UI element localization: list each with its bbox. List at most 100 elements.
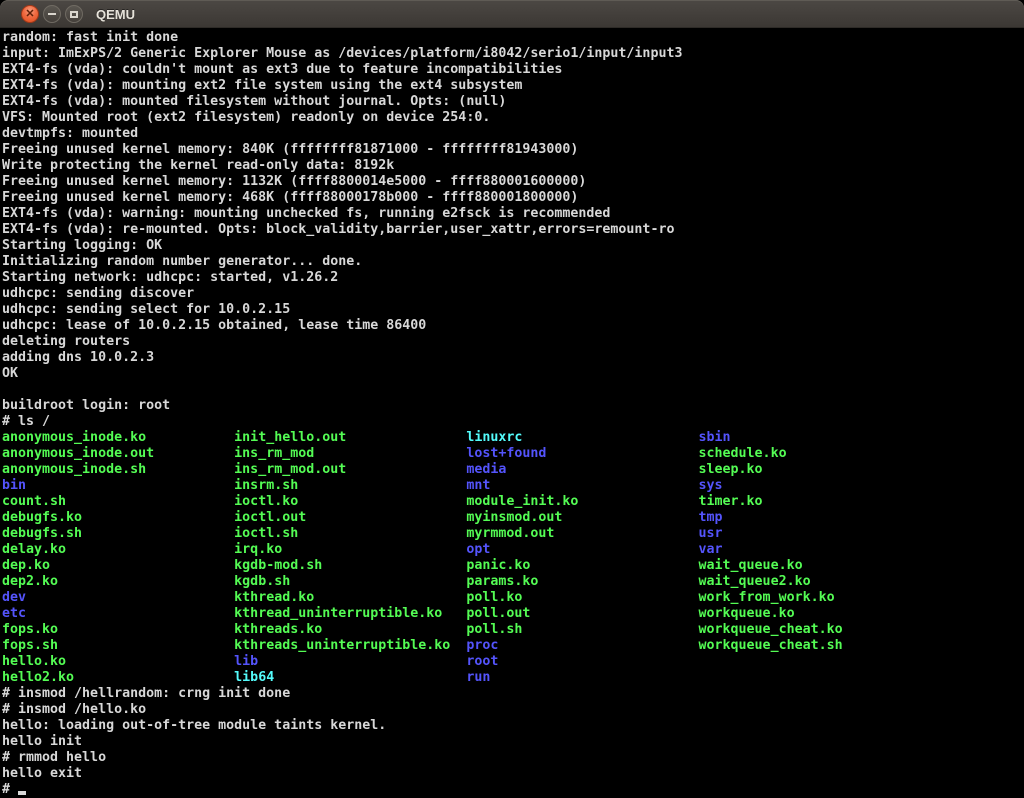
file-listing-row: dep.ko kgdb-mod.sh panic.ko wait_queue.k…: [2, 558, 1024, 574]
file-listing-row: anonymous_inode.ko init_hello.out linuxr…: [2, 430, 1024, 446]
terminal-screen[interactable]: random: fast init doneinput: ImExPS/2 Ge…: [0, 28, 1024, 796]
terminal-line: EXT4-fs (vda): couldn't mount as ext3 du…: [2, 62, 1024, 78]
file-listing-row: delay.ko irq.ko opt var: [2, 542, 1024, 558]
file-entry: anonymous_inode.ko: [2, 430, 234, 445]
terminal-line: udhcpc: lease of 10.0.2.15 obtained, lea…: [2, 318, 1024, 334]
terminal-line: OK: [2, 366, 1024, 382]
terminal-line: EXT4-fs (vda): mounted filesystem withou…: [2, 94, 1024, 110]
file-entry: debugfs.sh: [2, 526, 234, 541]
file-entry: linuxrc: [466, 430, 698, 445]
terminal-line: Starting network: udhcpc: started, v1.26…: [2, 270, 1024, 286]
terminal-line: EXT4-fs (vda): re-mounted. Opts: block_v…: [2, 222, 1024, 238]
file-entry: kthreads_uninterruptible.ko: [234, 638, 466, 653]
file-entry: dep.ko: [2, 558, 234, 573]
terminal-line: udhcpc: sending select for 10.0.2.15: [2, 302, 1024, 318]
close-icon: ✕: [25, 9, 34, 20]
file-entry: proc: [466, 638, 698, 653]
file-entry: module_init.ko: [466, 494, 698, 509]
file-listing-row: hello2.ko lib64 run: [2, 670, 1024, 686]
terminal-line: adding dns 10.0.2.3: [2, 350, 1024, 366]
file-entry: poll.ko: [466, 590, 698, 605]
file-entry: media: [466, 462, 698, 477]
terminal-line: # rmmod hello: [2, 750, 1024, 766]
file-entry: tmp: [699, 510, 931, 525]
file-entry: debugfs.ko: [2, 510, 234, 525]
file-entry: work_from_work.ko: [699, 590, 931, 605]
file-entry: timer.ko: [699, 494, 931, 509]
file-entry: myrmmod.out: [466, 526, 698, 541]
file-listing-row: fops.sh kthreads_uninterruptible.ko proc…: [2, 638, 1024, 654]
file-listing-row: anonymous_inode.out ins_rm_mod lost+foun…: [2, 446, 1024, 462]
file-entry: opt: [466, 542, 698, 557]
file-entry: wait_queue.ko: [699, 558, 931, 573]
file-entry: fops.sh: [2, 638, 234, 653]
terminal-line: Freeing unused kernel memory: 468K (ffff…: [2, 190, 1024, 206]
file-entry: wait_queue2.ko: [699, 574, 931, 589]
file-listing-row: bin insrm.sh mnt sys: [2, 478, 1024, 494]
maximize-icon: [70, 11, 78, 18]
minimize-icon: [48, 13, 56, 15]
file-listing-row: dep2.ko kgdb.sh params.ko wait_queue2.ko: [2, 574, 1024, 590]
shell-prompt: #: [2, 782, 18, 797]
file-entry: kthread.ko: [234, 590, 466, 605]
file-entry: ioctl.ko: [234, 494, 466, 509]
minimize-button[interactable]: [43, 5, 61, 23]
terminal-line: hello exit: [2, 766, 1024, 782]
file-entry: ioctl.sh: [234, 526, 466, 541]
terminal-line: EXT4-fs (vda): warning: mounting uncheck…: [2, 206, 1024, 222]
file-entry: insrm.sh: [234, 478, 466, 493]
file-entry: root: [466, 654, 698, 669]
file-entry: panic.ko: [466, 558, 698, 573]
terminal-line: input: ImExPS/2 Generic Explorer Mouse a…: [2, 46, 1024, 62]
file-listing-row: debugfs.ko ioctl.out myinsmod.out tmp: [2, 510, 1024, 526]
file-listing-row: anonymous_inode.sh ins_rm_mod.out media …: [2, 462, 1024, 478]
titlebar: ✕ QEMU: [0, 0, 1024, 28]
terminal-line: Starting logging: OK: [2, 238, 1024, 254]
file-entry: kgdb-mod.sh: [234, 558, 466, 573]
close-button[interactable]: ✕: [21, 5, 39, 23]
file-listing-row: dev kthread.ko poll.ko work_from_work.ko: [2, 590, 1024, 606]
file-entry: etc: [2, 606, 234, 621]
file-entry: poll.sh: [466, 622, 698, 637]
file-entry: lost+found: [466, 446, 698, 461]
file-entry: dep2.ko: [2, 574, 234, 589]
file-entry: hello2.ko: [2, 670, 234, 685]
file-entry: poll.out: [466, 606, 698, 621]
file-entry: var: [699, 542, 931, 557]
terminal-line: udhcpc: sending discover: [2, 286, 1024, 302]
file-listing-row: fops.ko kthreads.ko poll.sh workqueue_ch…: [2, 622, 1024, 638]
file-entry: anonymous_inode.sh: [2, 462, 234, 477]
terminal-line: [2, 382, 1024, 398]
file-entry: params.ko: [466, 574, 698, 589]
file-entry: workqueue_cheat.ko: [699, 622, 931, 637]
file-entry: anonymous_inode.out: [2, 446, 234, 461]
file-entry: sys: [699, 478, 931, 493]
file-listing-row: debugfs.sh ioctl.sh myrmmod.out usr: [2, 526, 1024, 542]
terminal-line: Freeing unused kernel memory: 840K (ffff…: [2, 142, 1024, 158]
file-listing-row: etc kthread_uninterruptible.ko poll.out …: [2, 606, 1024, 622]
file-entry: ins_rm_mod: [234, 446, 466, 461]
file-entry: lib: [234, 654, 466, 669]
file-entry: schedule.ko: [699, 446, 931, 461]
terminal-line: # insmod /hello.ko: [2, 702, 1024, 718]
file-entry: workqueue_cheat.sh: [699, 638, 931, 653]
file-entry: sleep.ko: [699, 462, 931, 477]
file-entry: run: [466, 670, 698, 685]
text-cursor: [18, 791, 26, 795]
file-entry: usr: [699, 526, 931, 541]
file-entry: lib64: [234, 670, 466, 685]
file-entry: ins_rm_mod.out: [234, 462, 466, 477]
maximize-button[interactable]: [65, 5, 83, 23]
file-entry: kthreads.ko: [234, 622, 466, 637]
file-entry: hello.ko: [2, 654, 234, 669]
file-entry: init_hello.out: [234, 430, 466, 445]
file-entry: kthread_uninterruptible.ko: [234, 606, 466, 621]
terminal-line: Freeing unused kernel memory: 1132K (fff…: [2, 174, 1024, 190]
terminal-line: deleting routers: [2, 334, 1024, 350]
file-entry: ioctl.out: [234, 510, 466, 525]
file-entry: kgdb.sh: [234, 574, 466, 589]
file-entry: dev: [2, 590, 234, 605]
terminal-line: EXT4-fs (vda): mounting ext2 file system…: [2, 78, 1024, 94]
file-entry: bin: [2, 478, 234, 493]
file-entry: sbin: [699, 430, 931, 445]
